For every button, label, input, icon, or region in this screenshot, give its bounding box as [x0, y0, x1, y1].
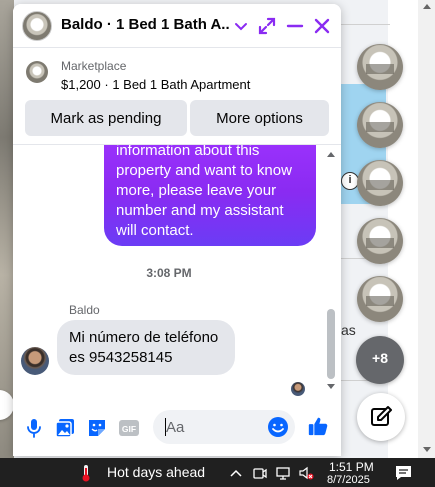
emoji-icon[interactable]	[267, 416, 289, 438]
chat-heads	[357, 44, 405, 334]
outgoing-message: information about this property and want…	[104, 145, 316, 246]
chat-window: Baldo · 1 Bed 1 Bath A... Marketplace $1…	[13, 4, 341, 456]
chat-title[interactable]: Baldo · 1 Bed 1 Bath A...	[61, 16, 229, 33]
message-input-placeholder: Aa	[166, 419, 185, 436]
marketplace-banner: Marketplace $1,200 · 1 Bed 1 Bath Apartm…	[13, 49, 341, 145]
background-text: as	[341, 322, 356, 338]
gif-icon[interactable]: GIF	[118, 417, 140, 439]
thumbs-up-icon[interactable]	[307, 415, 329, 437]
chat-header: Baldo · 1 Bed 1 Bath A...	[13, 4, 341, 48]
mark-as-pending-button[interactable]: Mark as pending	[25, 100, 187, 136]
incoming-message: Mi número de teléfono es 9543258145	[57, 320, 235, 375]
composer: GIF Aa	[13, 404, 341, 456]
volume-muted-icon[interactable]	[298, 465, 314, 481]
minimize-icon[interactable]	[285, 16, 305, 36]
svg-text:GIF: GIF	[122, 424, 136, 434]
chat-head[interactable]	[357, 102, 403, 148]
chat-scrollbar[interactable]	[327, 309, 335, 379]
divider	[340, 24, 390, 25]
microphone-icon[interactable]	[23, 417, 45, 439]
sticker-icon[interactable]	[86, 417, 108, 439]
chat-head[interactable]	[357, 218, 403, 264]
meet-now-icon[interactable]	[252, 465, 268, 481]
seen-avatar	[291, 382, 305, 396]
chat-scroll-up-icon[interactable]	[327, 152, 335, 157]
avatar[interactable]	[22, 11, 52, 41]
taskbar: Hot days ahead 1:51 PM 8/7/2025	[0, 458, 435, 487]
scroll-down-arrow-icon[interactable]	[423, 447, 431, 452]
chat-head[interactable]	[357, 276, 403, 322]
chevron-up-icon[interactable]	[228, 465, 244, 481]
background-photo	[0, 0, 14, 458]
notifications-icon[interactable]	[395, 465, 412, 481]
listing-title[interactable]: $1,200 · 1 Bed 1 Bath Apartment	[61, 77, 250, 92]
avatar[interactable]	[21, 347, 49, 375]
expand-icon[interactable]	[257, 16, 277, 36]
gallery-icon[interactable]	[54, 417, 76, 439]
thermometer-icon[interactable]	[80, 464, 92, 482]
chat-head[interactable]	[357, 160, 403, 206]
marketplace-label: Marketplace	[61, 59, 127, 73]
weather-widget[interactable]: Hot days ahead	[107, 464, 205, 480]
compose-icon	[371, 406, 392, 426]
more-chats-button[interactable]: +8	[356, 336, 404, 384]
chat-head[interactable]	[357, 44, 403, 90]
clock-time[interactable]: 1:51 PM	[329, 460, 374, 474]
chat-scroll-down-icon[interactable]	[327, 384, 335, 389]
page-scrollbar[interactable]	[418, 0, 435, 458]
scroll-up-arrow-icon[interactable]	[423, 4, 431, 9]
close-icon[interactable]	[312, 16, 332, 36]
network-icon[interactable]	[275, 465, 291, 481]
chevron-down-icon[interactable]	[232, 17, 250, 35]
new-message-button[interactable]	[357, 393, 405, 441]
sender-name: Baldo	[69, 303, 100, 317]
message-timestamp: 3:08 PM	[146, 266, 192, 280]
more-options-button[interactable]: More options	[190, 100, 329, 136]
more-chats-count: +8	[372, 350, 388, 366]
message-list: information about this property and want…	[13, 145, 341, 401]
listing-thumbnail[interactable]	[26, 61, 48, 83]
clock-date[interactable]: 8/7/2025	[327, 474, 370, 486]
